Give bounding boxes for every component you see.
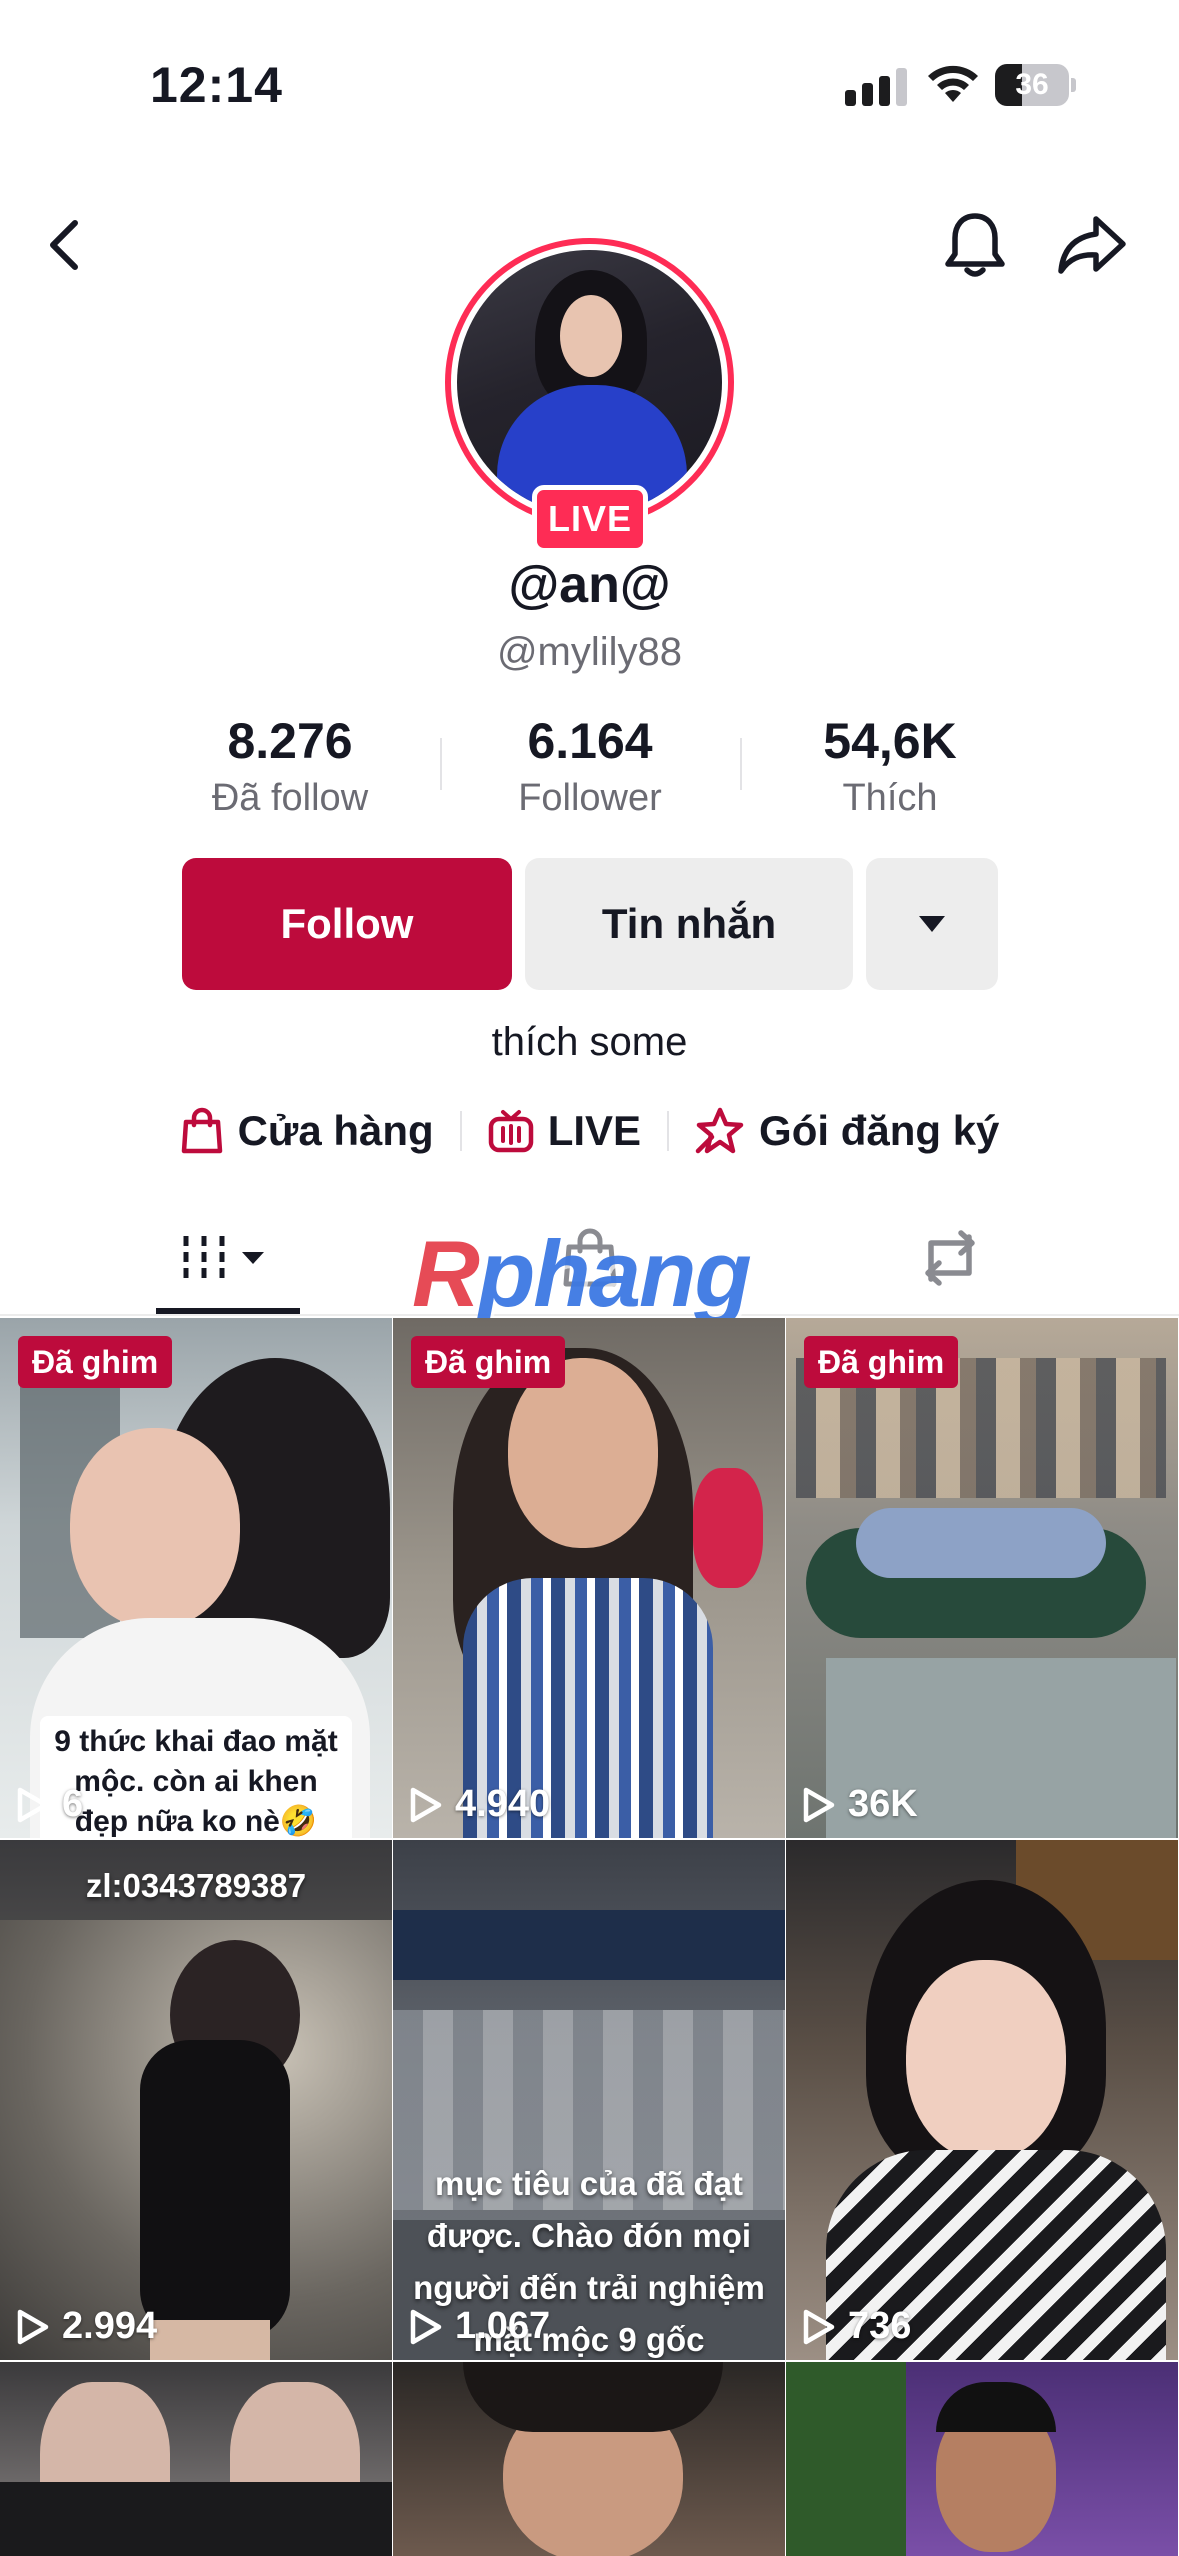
stat-following[interactable]: 8.276 Đã follow xyxy=(160,710,420,824)
play-icon xyxy=(17,1787,49,1822)
video-thumbnail-3[interactable]: Đã ghim 36K xyxy=(786,1318,1178,1838)
view-count: 4.940 xyxy=(409,1783,550,1826)
stat-likes[interactable]: 54,6K Thích xyxy=(760,710,1020,824)
stat-value: 54,6K xyxy=(823,713,957,769)
wifi-icon xyxy=(928,65,978,102)
pinned-badge: Đã ghim xyxy=(411,1336,566,1388)
stat-value: 8.276 xyxy=(227,713,353,769)
back-button[interactable] xyxy=(30,200,100,290)
stat-divider xyxy=(740,738,742,790)
video-thumbnail-8[interactable] xyxy=(393,2362,785,2556)
video-caption-text: 9 thức khai đao mặt mộc. còn ai khen đẹp n… xyxy=(40,1716,352,1838)
view-count: 1.067 xyxy=(409,2305,550,2348)
play-icon xyxy=(803,2309,835,2344)
stat-followers[interactable]: 6.164 Follower xyxy=(460,710,720,824)
bell-icon xyxy=(945,213,1005,277)
video-thumbnail-1[interactable]: Đã ghim 9 thức khai đao mặt mộc. còn ai k… xyxy=(0,1318,392,1838)
link-separator xyxy=(667,1111,670,1151)
subscription-link-label: Gói đăng ký xyxy=(759,1107,1000,1154)
stat-label: Đã follow xyxy=(211,777,369,819)
view-count: 6 xyxy=(16,1783,83,1826)
message-button[interactable]: Tin nhắn xyxy=(525,858,853,990)
active-tab-indicator xyxy=(156,1308,300,1314)
repost-icon xyxy=(925,1230,975,1286)
tab-videos[interactable] xyxy=(156,1200,300,1316)
more-options-button[interactable] xyxy=(866,858,998,990)
stat-value: 6.164 xyxy=(527,713,653,769)
pinned-badge: Đã ghim xyxy=(18,1336,173,1388)
video-thumbnail-9[interactable] xyxy=(786,2362,1178,2556)
display-name: @an@ xyxy=(508,556,671,614)
tab-reposts[interactable] xyxy=(880,1200,1020,1316)
live-tv-icon xyxy=(488,1110,533,1153)
chevron-left-icon xyxy=(50,220,78,270)
video-caption: zl:0343789387 xyxy=(0,1860,392,1912)
watermark-logo: Rphang xyxy=(412,1221,752,1326)
username: @mylily88 xyxy=(496,630,683,674)
share-arrow-icon xyxy=(1058,216,1126,274)
video-thumbnail-6[interactable]: 736 xyxy=(786,1840,1178,2360)
live-link[interactable]: LIVE xyxy=(488,1107,641,1155)
live-link-label: LIVE xyxy=(547,1107,642,1154)
notification-button[interactable] xyxy=(935,200,1015,290)
video-thumbnail-4[interactable]: zl:0343789387 2.994 xyxy=(0,1840,392,2360)
bio-text: thích some xyxy=(491,1020,688,1064)
pinned-badge: Đã ghim xyxy=(804,1336,959,1388)
stat-label: Follower xyxy=(518,777,662,819)
video-thumbnail-2[interactable]: Đã ghim 4.940 xyxy=(393,1318,785,1838)
shopping-bag-icon xyxy=(181,1107,222,1154)
battery-icon: 36 xyxy=(995,64,1077,106)
video-thumbnail-7[interactable] xyxy=(0,2362,392,2556)
subscription-star-icon xyxy=(695,1107,744,1154)
profile-links: Cửa hàng LIVE Gói đăng ký xyxy=(0,1096,1179,1166)
subscription-link[interactable]: Gói đăng ký xyxy=(695,1107,999,1155)
shop-link[interactable]: Cửa hàng xyxy=(180,1107,434,1155)
battery-percent: 36 xyxy=(1015,68,1049,101)
caret-down-icon xyxy=(919,916,945,932)
avatar-photo xyxy=(457,250,722,515)
profile-avatar[interactable] xyxy=(445,238,734,527)
live-badge[interactable]: LIVE xyxy=(532,485,648,553)
grid-bars-icon xyxy=(183,1236,264,1280)
play-icon xyxy=(17,2309,49,2344)
view-count: 736 xyxy=(802,2305,911,2348)
status-time: 12:14 xyxy=(150,57,283,113)
play-icon xyxy=(410,2309,442,2344)
follow-button[interactable]: Follow xyxy=(182,858,512,990)
stat-divider xyxy=(440,738,442,790)
video-grid: Đã ghim 9 thức khai đao mặt mộc. còn ai k… xyxy=(0,1318,1179,2556)
play-icon xyxy=(410,1787,442,1822)
shop-link-label: Cửa hàng xyxy=(237,1107,434,1154)
view-count: 36K xyxy=(802,1783,918,1826)
video-thumbnail-5[interactable]: mục tiêu của đã đạt được. Chào đón mọi ngư… xyxy=(393,1840,785,2360)
play-icon xyxy=(803,1787,835,1822)
share-button[interactable] xyxy=(1052,200,1132,290)
view-count: 2.994 xyxy=(16,2305,157,2348)
video-caption-text: zl:0343789387 xyxy=(85,1867,307,1904)
status-bar: 12:14 36 xyxy=(0,0,1179,150)
link-separator xyxy=(459,1111,462,1151)
cellular-signal-icon xyxy=(845,68,907,106)
stat-label: Thích xyxy=(842,777,938,819)
